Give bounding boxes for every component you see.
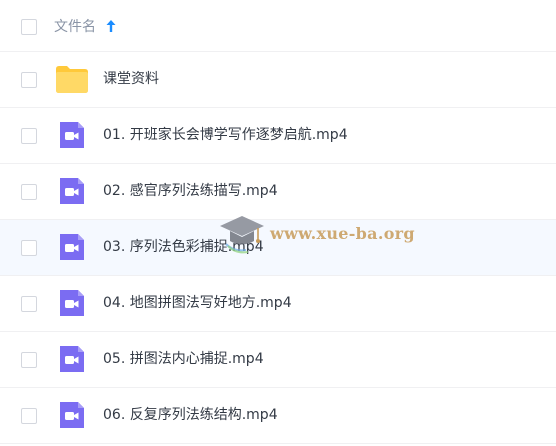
file-list: 文件名 课堂资料 01. 开班家长会博学写作逐梦启航.mp4 02. 感官序列法… (0, 0, 556, 446)
row-checkbox[interactable] (21, 128, 37, 144)
select-all-checkbox[interactable] (21, 19, 37, 35)
file-name[interactable]: 04. 地图拼图法写好地方.mp4 (103, 292, 292, 314)
row-checkbox[interactable] (21, 240, 37, 256)
video-file-icon (60, 234, 84, 260)
row-checkbox[interactable] (21, 408, 37, 424)
column-header-filename[interactable]: 文件名 (54, 17, 96, 37)
row-checkbox[interactable] (21, 184, 37, 200)
file-row[interactable]: 05. 拼图法内心捕捉.mp4 (0, 332, 556, 388)
arrow-up-icon[interactable] (105, 18, 117, 34)
video-file-icon (60, 346, 84, 372)
folder-icon (56, 66, 88, 93)
watermark: www.xue-ba.org (218, 210, 415, 260)
file-row[interactable]: 课堂资料 (0, 52, 556, 108)
file-name[interactable]: 05. 拼图法内心捕捉.mp4 (103, 348, 264, 370)
file-list-header: 文件名 (0, 0, 556, 52)
video-file-icon (60, 290, 84, 316)
file-name[interactable]: 02. 感官序列法练描写.mp4 (103, 180, 278, 202)
video-file-icon (60, 178, 84, 204)
file-name[interactable]: 01. 开班家长会博学写作逐梦启航.mp4 (103, 124, 348, 146)
file-row[interactable]: 06. 反复序列法练结构.mp4 (0, 388, 556, 444)
row-checkbox[interactable] (21, 352, 37, 368)
video-file-icon (60, 122, 84, 148)
video-file-icon (60, 402, 84, 428)
file-name[interactable]: 课堂资料 (103, 68, 159, 90)
file-row[interactable]: 01. 开班家长会博学写作逐梦启航.mp4 (0, 108, 556, 164)
file-row[interactable]: 04. 地图拼图法写好地方.mp4 (0, 276, 556, 332)
watermark-text: www.xue-ba.org (270, 224, 415, 243)
file-name[interactable]: 06. 反复序列法练结构.mp4 (103, 404, 278, 426)
graduation-cap-icon (220, 216, 264, 254)
row-checkbox[interactable] (21, 72, 37, 88)
row-checkbox[interactable] (21, 296, 37, 312)
